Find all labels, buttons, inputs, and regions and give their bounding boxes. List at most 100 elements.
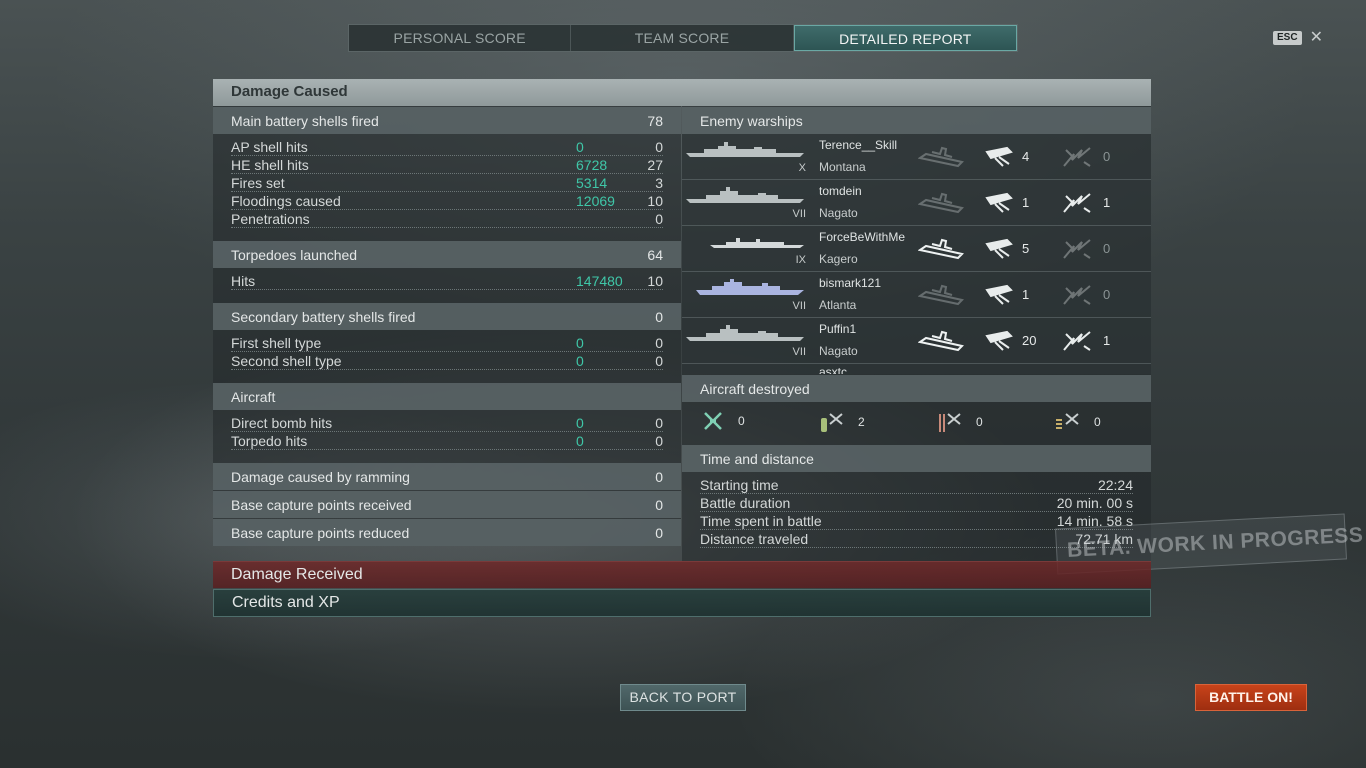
aircraft-stat: 0 bbox=[702, 410, 745, 432]
secondary-header: Secondary battery shells fired 0 bbox=[213, 303, 681, 330]
time-label: Battle duration bbox=[700, 495, 791, 511]
enemy-and-time-panel: Enemy warships X Terence__Skill Montana … bbox=[682, 106, 1151, 561]
close-control[interactable]: ESC ✕ bbox=[1273, 30, 1323, 46]
stat-damage: 0 bbox=[576, 353, 584, 369]
stat-value: 0 bbox=[655, 433, 663, 449]
enemy-ship-name: Kagero bbox=[819, 252, 858, 266]
stat-value: 0 bbox=[655, 335, 663, 351]
sunk-ship-icon bbox=[918, 238, 964, 260]
enemy-ship-name: Atlanta bbox=[819, 298, 857, 312]
stat-row: Direct bomb hits 0 0 bbox=[231, 414, 663, 432]
stat-row: Hits 147480 10 bbox=[231, 272, 663, 290]
tab-team-score[interactable]: TEAM SCORE bbox=[571, 25, 794, 51]
enemy-ship-row: VII bismark121 Atlanta 1 0 bbox=[682, 272, 1151, 318]
back-to-port-button[interactable]: BACK TO PORT bbox=[620, 684, 746, 711]
stat-value: 27 bbox=[647, 157, 663, 173]
stat-value: 0 bbox=[655, 211, 663, 227]
tab-personal-score[interactable]: PERSONAL SCORE bbox=[349, 25, 572, 51]
battle-on-button[interactable]: BATTLE ON! bbox=[1195, 684, 1307, 711]
stat-label: First shell type bbox=[231, 335, 322, 351]
stat-row: Second shell type 0 0 bbox=[231, 352, 663, 370]
time-value: 20 min. 00 s bbox=[1056, 495, 1133, 511]
battleship-silhouette-icon bbox=[686, 142, 804, 157]
ramming-label: Damage caused by ramming bbox=[231, 469, 410, 485]
credits-xp-title: Credits and XP bbox=[232, 594, 340, 611]
damage-caused-title: Damage Caused bbox=[231, 83, 348, 100]
damage-received-section[interactable]: Damage Received bbox=[213, 561, 1151, 588]
stat-damage: 12069 bbox=[576, 193, 615, 209]
stat-damage: 0 bbox=[576, 139, 584, 155]
time-label: Starting time bbox=[700, 477, 779, 493]
time-label: Time spent in battle bbox=[700, 513, 822, 529]
sunk-ship-icon bbox=[918, 146, 964, 168]
enemy-warships-list[interactable]: X Terence__Skill Montana 4 0 VII tomdein… bbox=[682, 134, 1151, 374]
main-battery-header: Main battery shells fired 78 bbox=[213, 107, 681, 134]
stat-damage: 0 bbox=[576, 415, 584, 431]
base-reduced-label: Base capture points reduced bbox=[231, 525, 410, 541]
stat-label: Second shell type bbox=[231, 353, 342, 369]
enemy-warships-title: Enemy warships bbox=[700, 113, 803, 129]
stat-row: Torpedo hits 0 0 bbox=[231, 432, 663, 450]
fire-damage-icon bbox=[1063, 193, 1091, 213]
base-received-value: 0 bbox=[655, 497, 663, 513]
enemy-ship-name: Nagato bbox=[819, 206, 858, 220]
aircraft-stat: 2 bbox=[818, 410, 865, 434]
damage-received-title: Damage Received bbox=[231, 566, 363, 583]
fire-count: 0 bbox=[1103, 149, 1111, 164]
enemy-ship-name: Montana bbox=[819, 160, 866, 174]
torpedoes-label: Torpedoes launched bbox=[231, 247, 358, 263]
stat-label: Hits bbox=[231, 273, 256, 289]
hit-count: 5 bbox=[1022, 241, 1030, 256]
stat-label: HE shell hits bbox=[231, 157, 309, 173]
stat-damage: 0 bbox=[576, 433, 584, 449]
close-icon[interactable]: ✕ bbox=[1310, 30, 1323, 46]
sunk-ship-icon bbox=[918, 284, 964, 306]
aircraft-destroyed-title: Aircraft destroyed bbox=[700, 381, 810, 397]
shell-hit-icon bbox=[985, 238, 1013, 259]
credits-xp-section[interactable]: Credits and XP bbox=[213, 589, 1151, 617]
sunk-ship-icon bbox=[918, 330, 964, 352]
enemy-player-name: tomdein bbox=[819, 184, 862, 198]
ramming-value: 0 bbox=[655, 469, 663, 485]
enemy-warships-header: Enemy warships bbox=[682, 107, 1151, 134]
aircraft-count: 2 bbox=[858, 415, 865, 429]
enemy-ship-name: Nagato bbox=[819, 344, 858, 358]
ship-tier: VII bbox=[792, 208, 806, 220]
report-tabs: PERSONAL SCORE TEAM SCORE DETAILED REPOR… bbox=[348, 24, 1018, 52]
battleship-silhouette-icon bbox=[686, 187, 804, 203]
stat-row: Penetrations 0 bbox=[231, 210, 663, 228]
enemy-player-name: bismark121 bbox=[819, 276, 882, 290]
main-battery-label: Main battery shells fired bbox=[231, 113, 379, 129]
stat-value: 0 bbox=[655, 353, 663, 369]
cruiser-silhouette-icon bbox=[696, 279, 804, 295]
fire-count: 1 bbox=[1103, 333, 1111, 348]
time-label: Distance traveled bbox=[700, 531, 809, 547]
damage-caused-header[interactable]: Damage Caused bbox=[213, 79, 1151, 106]
destroyer-silhouette-icon bbox=[710, 238, 804, 248]
hit-count: 1 bbox=[1022, 195, 1030, 210]
aircraft-destroyed-row: 0 2 0 0 bbox=[682, 404, 1151, 444]
enemy-ship-row: asxtc bbox=[682, 364, 1151, 374]
stat-value: 3 bbox=[655, 175, 663, 191]
base-received-row: Base capture points received 0 bbox=[213, 491, 681, 518]
stat-label: AP shell hits bbox=[231, 139, 308, 155]
stat-damage: 5314 bbox=[576, 175, 608, 191]
aircraft-count: 0 bbox=[738, 414, 745, 428]
shell-hit-icon bbox=[985, 330, 1013, 351]
damage-caused-stats: Main battery shells fired 78 AP shell hi… bbox=[213, 106, 681, 546]
stat-label: Torpedo hits bbox=[231, 433, 308, 449]
time-row: Starting time 22:24 bbox=[700, 476, 1133, 494]
stat-value: 10 bbox=[647, 273, 663, 289]
tab-detailed-report[interactable]: DETAILED REPORT bbox=[793, 25, 1017, 51]
stat-row: HE shell hits 6728 27 bbox=[231, 156, 663, 174]
sunk-ship-icon bbox=[918, 192, 964, 214]
time-row: Battle duration 20 min. 00 s bbox=[700, 494, 1133, 512]
stat-label: Direct bomb hits bbox=[231, 415, 333, 431]
aircraft-header: Aircraft bbox=[213, 383, 681, 410]
fire-count: 0 bbox=[1103, 287, 1111, 302]
stat-label: Floodings caused bbox=[231, 193, 341, 209]
base-reduced-row: Base capture points reduced 0 bbox=[213, 519, 681, 546]
enemy-ship-row: X Terence__Skill Montana 4 0 bbox=[682, 134, 1151, 180]
base-reduced-value: 0 bbox=[655, 525, 663, 541]
hit-count: 20 bbox=[1022, 333, 1037, 348]
